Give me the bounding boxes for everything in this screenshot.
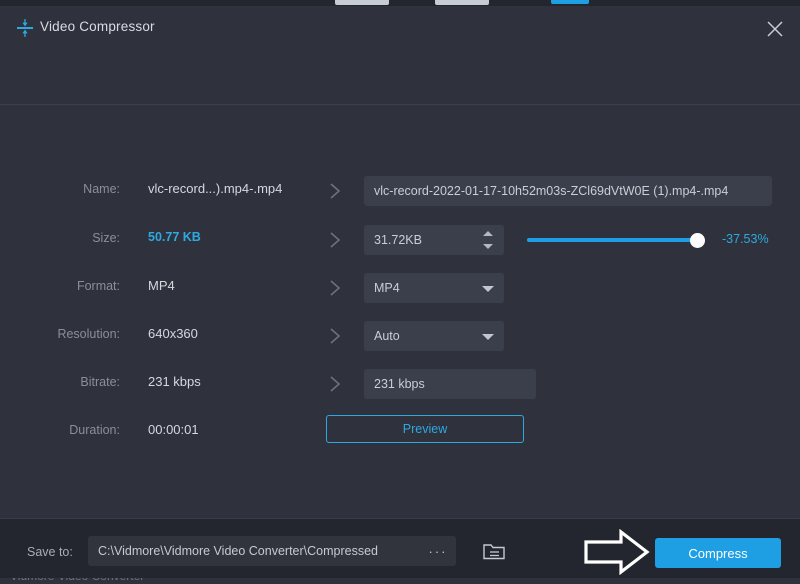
compress-arrows-icon (14, 18, 36, 38)
format-source-value: MP4 (148, 278, 175, 293)
name-label: Name: (0, 182, 120, 196)
setting-row-bitrate: Bitrate: 231 kbps 231 kbps (0, 367, 800, 401)
bitrate-input-value: 231 kbps (374, 377, 425, 391)
preview-button[interactable]: Preview (326, 415, 524, 443)
size-slider[interactable]: -37.53% (527, 225, 777, 255)
open-folder-icon[interactable] (481, 540, 507, 562)
spinner-down-icon[interactable] (483, 244, 493, 249)
resolution-select-value: Auto (374, 329, 400, 343)
setting-row-duration: Duration: 00:00:01 Preview (0, 415, 800, 449)
size-input[interactable]: 31.72KB (364, 225, 504, 255)
spinner-up-down-icon[interactable] (483, 231, 497, 249)
setting-row-name: Name: vlc-record...).mp4-.mp4 vlc-record… (0, 174, 800, 208)
size-source-value: 50.77 KB (148, 230, 201, 244)
format-select[interactable]: MP4 (364, 273, 504, 303)
size-label: Size: (0, 231, 120, 245)
browse-button[interactable]: ··· (420, 536, 456, 566)
size-slider-handle[interactable] (690, 233, 705, 248)
close-icon[interactable] (762, 16, 788, 42)
change-source-row[interactable]: Change Source File (0, 46, 800, 105)
clipped-tab-indicator-active[interactable] (551, 0, 589, 4)
duration-source-value: 00:00:01 (148, 422, 199, 437)
chevron-right-icon (326, 277, 344, 299)
chevron-right-icon (326, 180, 344, 202)
chevron-down-icon[interactable] (482, 286, 494, 292)
bitrate-input[interactable]: 231 kbps (364, 369, 536, 399)
bitrate-source-value: 231 kbps (148, 374, 201, 389)
setting-row-format: Format: MP4 MP4 (0, 271, 800, 305)
compression-settings-panel: Name: vlc-record...).mp4-.mp4 vlc-record… (0, 105, 800, 518)
setting-row-size: Size: 50.77 KB 31.72KB -37.53% (0, 223, 800, 257)
chevron-right-icon (326, 229, 344, 251)
name-input[interactable]: vlc-record-2022-01-17-10h52m03s-ZCl69dVt… (364, 176, 772, 206)
name-source-value: vlc-record...).mp4-.mp4 (148, 181, 282, 196)
size-input-value: 31.72KB (374, 233, 422, 247)
size-slider-track[interactable] (527, 238, 699, 242)
format-select-value: MP4 (374, 281, 400, 295)
clipped-tab-indicator-2[interactable] (435, 0, 489, 5)
save-path-input[interactable]: C:\Vidmore\Vidmore Video Converter\Compr… (88, 536, 420, 566)
save-path-value: C:\Vidmore\Vidmore Video Converter\Compr… (98, 544, 378, 558)
video-compressor-window: Video Compressor Change Source File Name… (0, 0, 800, 584)
duration-label: Duration: (0, 423, 120, 437)
size-reduction-percent: -37.53% (722, 232, 769, 246)
name-input-value: vlc-record-2022-01-17-10h52m03s-ZCl69dVt… (374, 184, 728, 198)
spinner-up-icon[interactable] (483, 231, 493, 236)
compress-button[interactable]: Compress (655, 538, 781, 568)
clipped-tab-indicator-1[interactable] (335, 0, 389, 5)
clipped-footer-text-value: Vidmore Video Converter (10, 578, 144, 583)
chevron-right-icon (326, 325, 344, 347)
resolution-select[interactable]: Auto (364, 321, 504, 351)
clipped-footer-text: Vidmore Video Converter (0, 578, 800, 584)
chevron-right-icon (326, 373, 344, 395)
resolution-source-value: 640x360 (148, 326, 198, 341)
save-to-label: Save to: (27, 545, 73, 559)
resolution-label: Resolution: (0, 327, 120, 341)
titlebar: Video Compressor (0, 6, 800, 46)
window-title: Video Compressor (40, 19, 155, 34)
setting-row-resolution: Resolution: 640x360 Auto (0, 319, 800, 353)
format-label: Format: (0, 279, 120, 293)
chevron-down-icon[interactable] (482, 334, 494, 340)
bitrate-label: Bitrate: (0, 375, 120, 389)
